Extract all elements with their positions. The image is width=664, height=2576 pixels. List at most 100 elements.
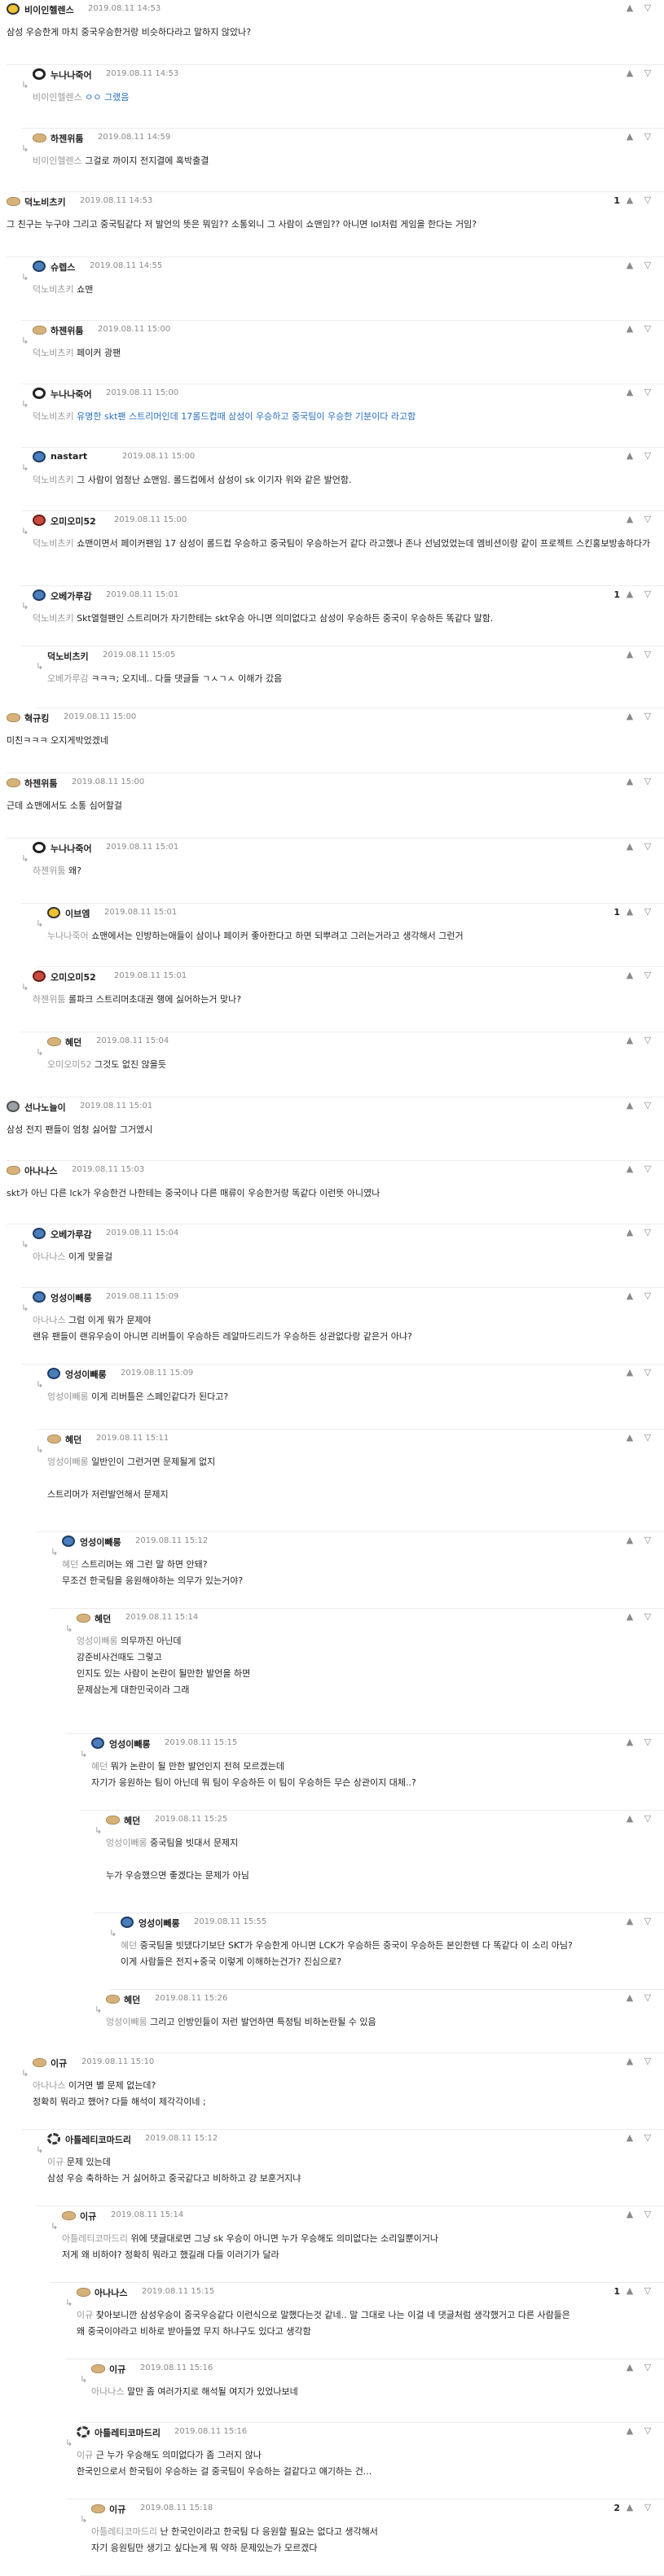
avatar[interactable] <box>7 1166 20 1175</box>
thumbs-down-icon[interactable]: ▽ <box>643 1814 653 1824</box>
username[interactable]: 아나나스 <box>24 1164 57 1177</box>
username[interactable]: nastart <box>51 451 87 462</box>
thumbs-up-icon[interactable]: ▲ <box>625 451 635 461</box>
mention-link[interactable]: 아나나스 <box>33 1251 65 1262</box>
username[interactable]: 아틀레티코마드리 <box>95 2426 161 2439</box>
thumbs-up-icon[interactable]: ▲ <box>625 842 635 852</box>
thumbs-down-icon[interactable]: ▽ <box>643 261 653 270</box>
username[interactable]: 오미오미52 <box>51 970 96 984</box>
thumbs-up-icon[interactable]: ▲ <box>625 388 635 397</box>
thumbs-up-icon[interactable]: ▲ <box>625 1164 635 1174</box>
thumbs-down-icon[interactable]: ▽ <box>643 68 653 78</box>
username[interactable]: 덕노비츠키 <box>24 195 66 208</box>
username[interactable]: 하젠위툼 <box>51 324 83 337</box>
thumbs-down-icon[interactable]: ▽ <box>643 1612 653 1622</box>
mention-link[interactable]: 덕노비츠키 <box>33 284 74 295</box>
mention-link[interactable]: 비이인헬렌스 <box>33 92 82 103</box>
username[interactable]: 선나노늘이 <box>24 1101 66 1114</box>
thumbs-down-icon[interactable]: ▽ <box>643 1164 653 1174</box>
avatar[interactable] <box>33 515 46 526</box>
avatar[interactable] <box>121 1917 134 1928</box>
thumbs-up-icon[interactable]: ▲ <box>625 2363 635 2372</box>
mention-link[interactable]: 혜던 <box>91 1761 108 1772</box>
avatar[interactable] <box>33 134 46 142</box>
username[interactable]: 혜던 <box>124 1993 140 2006</box>
thumbs-down-icon[interactable]: ▽ <box>643 2286 653 2296</box>
thumbs-down-icon[interactable]: ▽ <box>643 1737 653 1747</box>
thumbs-down-icon[interactable]: ▽ <box>643 712 653 721</box>
mention-link[interactable]: 하젠위툼 <box>33 865 65 876</box>
avatar[interactable] <box>33 2058 46 2067</box>
thumbs-up-icon[interactable]: ▲ <box>625 1036 635 1045</box>
mention-link[interactable]: 하젠위툼 <box>33 994 65 1005</box>
thumbs-up-icon[interactable]: ▲ <box>625 1814 635 1824</box>
mention-link[interactable]: 오미오미52 <box>47 1059 91 1070</box>
thumbs-down-icon[interactable]: ▽ <box>643 451 653 461</box>
thumbs-down-icon[interactable]: ▽ <box>643 2503 653 2512</box>
thumbs-up-icon[interactable]: ▲ <box>625 589 635 599</box>
username[interactable]: 이규 <box>51 2057 67 2070</box>
avatar[interactable] <box>47 907 60 918</box>
avatar[interactable] <box>7 3 20 15</box>
mention-link[interactable]: 아나나스 <box>91 2386 124 2397</box>
username[interactable]: 이규 <box>109 2363 125 2376</box>
avatar[interactable] <box>62 1536 75 1547</box>
thumbs-down-icon[interactable]: ▽ <box>643 1917 653 1926</box>
mention-link[interactable]: 아나나스 <box>33 1315 65 1325</box>
username[interactable]: 이규 <box>109 2503 125 2516</box>
thumbs-up-icon[interactable]: ▲ <box>625 2057 635 2066</box>
avatar[interactable] <box>77 2288 90 2297</box>
thumbs-down-icon[interactable]: ▽ <box>643 324 653 334</box>
thumbs-up-icon[interactable]: ▲ <box>625 650 635 659</box>
thumbs-down-icon[interactable]: ▽ <box>643 1291 653 1301</box>
username[interactable]: 혜던 <box>95 1612 111 1625</box>
avatar[interactable] <box>77 1614 90 1623</box>
thumbs-down-icon[interactable]: ▽ <box>643 1993 653 2003</box>
username[interactable]: 누나나죽어 <box>51 68 92 81</box>
thumbs-up-icon[interactable]: ▲ <box>625 3 635 13</box>
avatar[interactable] <box>33 842 46 853</box>
thumbs-up-icon[interactable]: ▲ <box>625 2426 635 2436</box>
avatar[interactable] <box>91 2364 105 2373</box>
username[interactable]: 엉성이빼롱 <box>80 1536 121 1549</box>
username[interactable]: 오베가루감 <box>51 1228 92 1241</box>
thumbs-up-icon[interactable]: ▲ <box>625 324 635 334</box>
thumbs-down-icon[interactable]: ▽ <box>643 1433 653 1443</box>
username[interactable]: 엉성이빼롱 <box>139 1917 180 1930</box>
thumbs-down-icon[interactable]: ▽ <box>643 2057 653 2066</box>
thumbs-up-icon[interactable]: ▲ <box>625 2210 635 2219</box>
thumbs-down-icon[interactable]: ▽ <box>643 589 653 599</box>
avatar[interactable] <box>47 1435 61 1444</box>
mention-link[interactable]: 덕노비츠키 <box>33 613 74 624</box>
username[interactable]: 혜던 <box>124 1814 140 1827</box>
mention-link[interactable]: 오베가루감 <box>47 673 89 684</box>
mention-link[interactable]: 이규 <box>77 2310 93 2320</box>
thumbs-up-icon[interactable]: ▲ <box>625 1536 635 1545</box>
username[interactable]: 슈렙스 <box>51 261 75 274</box>
mention-link[interactable]: 혜던 <box>62 1559 78 1570</box>
username[interactable]: 엉성이빼롱 <box>109 1737 151 1750</box>
thumbs-down-icon[interactable]: ▽ <box>643 1036 653 1045</box>
avatar[interactable] <box>33 388 46 399</box>
avatar[interactable] <box>106 1816 120 1825</box>
username[interactable]: 누나나죽어 <box>51 388 92 401</box>
avatar[interactable] <box>33 451 46 462</box>
username[interactable]: 아나나스 <box>95 2286 127 2299</box>
thumbs-down-icon[interactable]: ▽ <box>643 970 653 980</box>
avatar[interactable] <box>47 1037 61 1046</box>
thumbs-down-icon[interactable]: ▽ <box>643 777 653 786</box>
thumbs-up-icon[interactable]: ▲ <box>625 1433 635 1443</box>
thumbs-down-icon[interactable]: ▽ <box>643 842 653 852</box>
mention-link[interactable]: 엉성이빼롱 <box>47 1457 89 1467</box>
thumbs-down-icon[interactable]: ▽ <box>643 515 653 524</box>
mention-link[interactable]: 이규 <box>47 2157 64 2167</box>
mention-link[interactable]: 덕노비츠키 <box>33 348 74 358</box>
thumbs-up-icon[interactable]: ▲ <box>625 1993 635 2003</box>
thumbs-up-icon[interactable]: ▲ <box>625 132 635 142</box>
thumbs-up-icon[interactable]: ▲ <box>625 1228 635 1238</box>
thumbs-up-icon[interactable]: ▲ <box>625 2133 635 2143</box>
username[interactable]: 혜던 <box>65 1433 81 1446</box>
thumbs-down-icon[interactable]: ▽ <box>643 2210 653 2219</box>
avatar[interactable] <box>91 1737 104 1749</box>
thumbs-up-icon[interactable]: ▲ <box>625 1917 635 1926</box>
